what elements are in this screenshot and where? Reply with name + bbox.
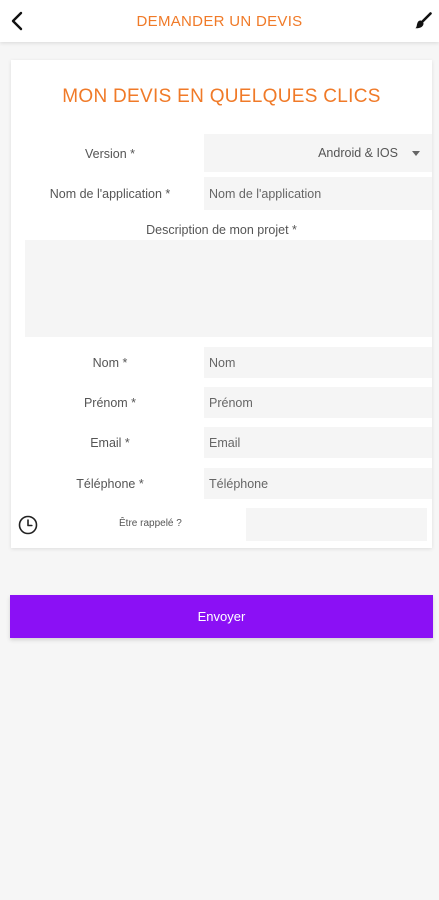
app-name-label: Nom de l'application * [49, 186, 171, 201]
phone-label: Téléphone * [76, 476, 144, 491]
email-label: Email * [90, 435, 130, 450]
version-label: Version * [84, 146, 136, 161]
app-name-input[interactable] [204, 177, 432, 210]
quote-form-card: MON DEVIS EN QUELQUES CLICS Version * An… [11, 60, 432, 548]
clock-icon[interactable] [18, 515, 38, 535]
form-title: MON DEVIS EN QUELQUES CLICS [62, 86, 381, 107]
callback-input[interactable] [246, 508, 427, 541]
paint-brush-icon [415, 12, 432, 29]
email-input[interactable] [204, 427, 432, 458]
version-value: Android & IOS [318, 146, 398, 160]
app-header: DEMANDER UN DEVIS [0, 0, 439, 42]
callback-label: Être rappelé ? [119, 518, 182, 529]
last-name-input[interactable] [204, 347, 432, 378]
first-name-input[interactable] [204, 387, 432, 418]
description-textarea[interactable] [25, 240, 432, 337]
version-select[interactable]: Android & IOS [204, 134, 432, 172]
phone-input[interactable] [204, 468, 432, 499]
description-label: Description de mon projet * [146, 223, 297, 237]
caret-down-icon [412, 150, 420, 156]
page-title: DEMANDER UN DEVIS [136, 12, 303, 30]
submit-button[interactable]: Envoyer [10, 595, 433, 638]
last-name-label: Nom * [92, 355, 128, 370]
first-name-label: Prénom * [83, 395, 137, 410]
brush-button[interactable] [413, 10, 433, 32]
